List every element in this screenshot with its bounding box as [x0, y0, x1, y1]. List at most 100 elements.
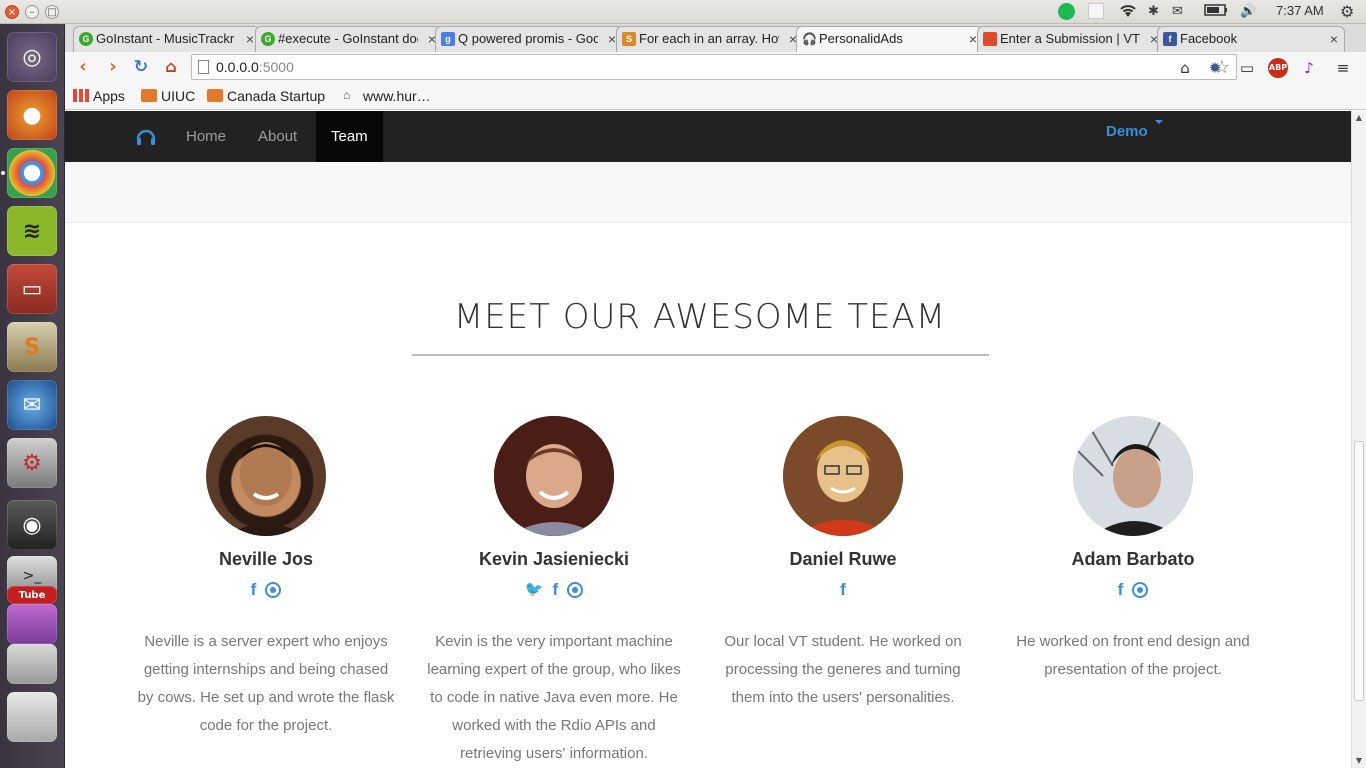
- home-icon[interactable]: ⌂: [159, 55, 183, 79]
- address-bar[interactable]: 0.0.0.0:5000 ☆: [191, 54, 1237, 80]
- app-stack-icon[interactable]: [7, 604, 57, 644]
- facebook-icon[interactable]: f: [1118, 580, 1124, 599]
- github-icon[interactable]: [567, 581, 584, 598]
- spotify-tray-icon[interactable]: [1058, 3, 1075, 20]
- browser-tab[interactable]: G #execute - GoInstant docs ×: [255, 26, 443, 52]
- chrome-icon[interactable]: [7, 148, 57, 198]
- social-links: 🐦 f: [419, 579, 689, 599]
- goinstant-favicon-icon: G: [79, 32, 93, 46]
- team-heading: MEET OUR AWESOME TEAM: [453, 297, 947, 337]
- system-settings-icon[interactable]: ⚙: [7, 438, 57, 488]
- member-name: Kevin Jasieniecki: [478, 549, 630, 569]
- webcam-icon[interactable]: ◉: [7, 500, 57, 550]
- volume-icon[interactable]: 🔊: [1240, 3, 1256, 21]
- bookmark-label: www.hur…: [363, 88, 431, 104]
- window-close-button[interactable]: ×: [5, 5, 19, 19]
- social-links: f: [131, 579, 401, 599]
- browser-window: G GoInstant - MusicTrackr × G #execute -…: [65, 24, 1366, 768]
- close-tab-icon[interactable]: ×: [969, 27, 977, 51]
- tab-title: Enter a Submission | VT: [1000, 31, 1140, 46]
- mail-icon[interactable]: ✉: [1172, 3, 1183, 21]
- battery-icon[interactable]: [1204, 3, 1228, 21]
- headphones-brand-icon[interactable]: [135, 125, 157, 147]
- avatar: [206, 416, 326, 536]
- window-minimize-button[interactable]: –: [25, 5, 39, 19]
- close-tab-icon[interactable]: ×: [1330, 27, 1338, 51]
- scroll-up-icon[interactable]: ▲: [1354, 113, 1364, 123]
- nav-about[interactable]: About: [243, 111, 312, 162]
- workspace-switcher-icon[interactable]: [7, 644, 57, 684]
- demo-dropdown[interactable]: Demo: [1106, 123, 1148, 140]
- wifi-icon[interactable]: [1118, 3, 1138, 21]
- bookmark-canada-startup[interactable]: Canada Startup: [207, 87, 325, 105]
- github-icon[interactable]: [265, 581, 282, 598]
- github-icon[interactable]: [1132, 581, 1149, 598]
- tab-title: PersonalidAds: [819, 31, 903, 46]
- member-name: Daniel Ruwe: [789, 549, 897, 569]
- page-viewport: Home About Team Demo MEET OUR AWESOME TE…: [65, 111, 1351, 768]
- ubuntu-dash-icon[interactable]: ◎: [7, 32, 57, 82]
- scrollbar-thumb[interactable]: [1354, 441, 1364, 701]
- spotify-icon[interactable]: ≋: [7, 206, 57, 256]
- nav-home[interactable]: Home: [171, 111, 241, 162]
- facebook-favicon-icon: f: [1163, 32, 1177, 46]
- page-scrollbar[interactable]: ▲ ▼: [1351, 111, 1366, 768]
- facebook-icon[interactable]: f: [840, 580, 846, 599]
- browser-tab[interactable]: S For each in an array. How ×: [616, 26, 804, 52]
- trash-icon[interactable]: [7, 692, 57, 742]
- facebook-icon[interactable]: f: [251, 580, 257, 599]
- settings-gear-icon[interactable]: ⚙: [1340, 3, 1354, 21]
- adblock-icon[interactable]: ABP: [1268, 58, 1288, 78]
- sublime-text-icon[interactable]: S: [7, 322, 57, 372]
- tab-title: GoInstant - MusicTrackr: [96, 31, 235, 46]
- cast-icon[interactable]: ▭: [1237, 58, 1257, 78]
- goinstant-favicon-icon: G: [261, 32, 275, 46]
- extension-icon[interactable]: ⌂: [1175, 58, 1195, 78]
- browser-toolbar: ‹ › ↻ ⌂ 0.0.0.0:5000 ☆ ⌂ ✹ ▭ ABP ♪ ≡: [65, 52, 1366, 82]
- browser-tab-active[interactable]: 🎧 PersonalidAds ×: [796, 26, 984, 52]
- stackoverflow-favicon-icon: S: [622, 32, 636, 46]
- youtube-icon[interactable]: Tube: [7, 586, 57, 604]
- headphones-favicon-icon: 🎧: [802, 32, 817, 46]
- browser-tab[interactable]: g Q powered promis - Google ×: [435, 26, 623, 52]
- menu-icon[interactable]: ≡: [1333, 58, 1353, 78]
- bookmark-site[interactable]: ⌂ www.hur…: [343, 87, 431, 105]
- close-tab-icon[interactable]: ×: [608, 27, 616, 51]
- window-maximize-button[interactable]: □: [45, 5, 59, 19]
- browser-tab[interactable]: f Facebook ×: [1157, 26, 1345, 52]
- close-tab-icon[interactable]: ×: [246, 27, 254, 51]
- firefox-icon[interactable]: ●: [7, 90, 57, 140]
- music-note-icon[interactable]: ♪: [1299, 58, 1319, 78]
- member-bio: Neville is a server expert who enjoys ge…: [137, 633, 395, 734]
- bookmark-apps[interactable]: Apps: [73, 87, 125, 105]
- system-clock[interactable]: 7:37 AM: [1276, 3, 1324, 18]
- browser-tab[interactable]: G GoInstant - MusicTrackr ×: [73, 26, 261, 52]
- member-name: Adam Barbato: [1071, 549, 1195, 569]
- member-bio: He worked on front end design and presen…: [1016, 633, 1250, 678]
- running-indicator: [1, 171, 5, 175]
- facebook-icon[interactable]: f: [553, 580, 559, 599]
- reload-icon[interactable]: ↻: [129, 55, 153, 79]
- caret-down-icon[interactable]: [1155, 120, 1163, 124]
- avatar: [494, 416, 614, 536]
- puzzle-extension-icon[interactable]: ✹: [1205, 58, 1225, 78]
- nav-team[interactable]: Team: [316, 111, 383, 162]
- thunderbird-icon[interactable]: ✉: [7, 380, 57, 430]
- browser-tab[interactable]: Enter a Submission | VT ×: [977, 26, 1165, 52]
- folder-icon: [141, 89, 157, 102]
- bluetooth-icon[interactable]: ✱: [1148, 3, 1159, 21]
- forward-icon[interactable]: ›: [101, 55, 125, 79]
- member-bio: Our local VT student. He worked on proce…: [724, 633, 962, 706]
- keyboard-tray-icon[interactable]: [1088, 3, 1104, 19]
- files-icon[interactable]: ▭: [7, 264, 57, 314]
- folder-icon: [207, 89, 223, 102]
- back-icon[interactable]: ‹: [71, 55, 95, 79]
- member-bio: Kevin is the very important machine lear…: [427, 633, 681, 762]
- bookmark-uiuc[interactable]: UIUC: [141, 87, 195, 105]
- scroll-down-icon[interactable]: ▼: [1354, 756, 1364, 766]
- social-links: f: [708, 579, 978, 599]
- member-name: Neville Jos: [218, 549, 314, 569]
- bookmark-label: Canada Startup: [227, 88, 326, 104]
- twitter-icon[interactable]: 🐦: [525, 581, 544, 599]
- bookmarks-bar: Apps UIUC Canada Startup ⌂ www.hur…: [65, 82, 1366, 110]
